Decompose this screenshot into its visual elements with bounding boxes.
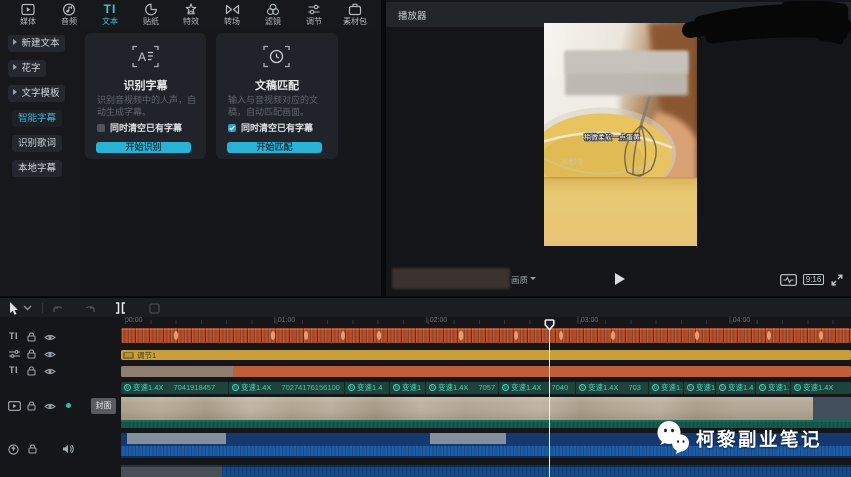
svg-text:30秒'9: 30秒'9 bbox=[560, 157, 583, 167]
svg-text:A: A bbox=[138, 50, 146, 64]
svg-text:稍微柔软一点蛋黄: 稍微柔软一点蛋黄 bbox=[584, 133, 640, 142]
